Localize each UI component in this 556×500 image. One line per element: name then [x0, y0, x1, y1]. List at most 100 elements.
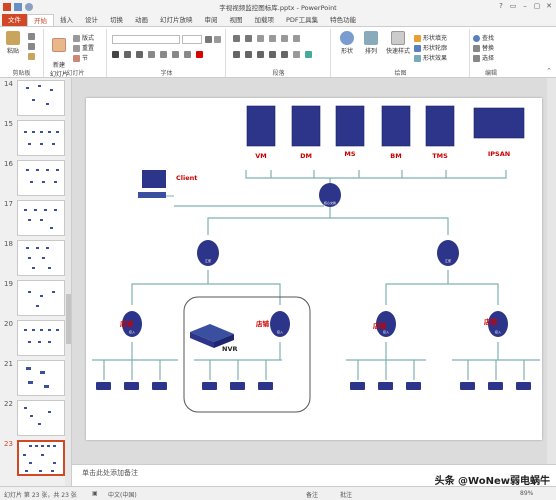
bold-icon[interactable]: [112, 51, 119, 58]
layout-button[interactable]: 版式: [73, 33, 94, 42]
align-left-icon[interactable]: [233, 51, 240, 58]
camera-icon[interactable]: [258, 382, 273, 390]
justify-icon[interactable]: [269, 51, 276, 58]
camera-icon[interactable]: [350, 382, 365, 390]
slide-thumbnail[interactable]: 20: [4, 320, 66, 358]
slide-scrollbar[interactable]: [547, 78, 556, 464]
thumbnail-scrollbar[interactable]: [65, 78, 71, 486]
slide-thumbnail[interactable]: 15: [4, 120, 66, 158]
shape-fill-button[interactable]: 形状填充: [414, 33, 447, 42]
camera-icon[interactable]: [460, 382, 475, 390]
tab-transitions[interactable]: 切换: [104, 14, 129, 26]
slide-thumbnail[interactable]: 21: [4, 360, 66, 398]
replace-button[interactable]: 替换: [473, 43, 494, 52]
server-vm-icon[interactable]: [246, 105, 276, 147]
decrease-indent-icon[interactable]: [257, 35, 264, 42]
reset-button[interactable]: 重置: [73, 43, 94, 52]
tab-design[interactable]: 设计: [79, 14, 104, 26]
camera-icon[interactable]: [96, 382, 111, 390]
bullets-icon[interactable]: [233, 35, 240, 42]
spellcheck-icon[interactable]: ▣: [92, 490, 98, 497]
aggregation-switch-right-icon[interactable]: 汇聚: [437, 240, 459, 266]
shape-effect-button[interactable]: 形状效果: [414, 53, 447, 62]
slide-thumbnail[interactable]: 17: [4, 200, 66, 238]
server-bm-icon[interactable]: [381, 105, 411, 147]
shape-outline-button[interactable]: 形状轮廓: [414, 43, 447, 52]
select-button[interactable]: 选择: [473, 53, 494, 62]
camera-icon[interactable]: [202, 382, 217, 390]
camera-icon[interactable]: [516, 382, 531, 390]
maximize-button[interactable]: ▢: [532, 1, 542, 11]
camera-icon[interactable]: [152, 382, 167, 390]
numbering-icon[interactable]: [245, 35, 252, 42]
section-button[interactable]: 节: [73, 53, 88, 62]
tab-insert[interactable]: 插入: [54, 14, 79, 26]
minimize-button[interactable]: –: [520, 1, 530, 11]
strikethrough-icon[interactable]: [160, 51, 167, 58]
scrollbar-thumb[interactable]: [66, 294, 71, 344]
slide-canvas[interactable]: VM DM MS BM TMS IPSAN Client 核心交换 汇聚 汇聚 …: [86, 98, 542, 440]
format-painter-icon[interactable]: [28, 53, 35, 60]
core-switch-icon[interactable]: 核心交换: [319, 183, 341, 207]
align-center-icon[interactable]: [245, 51, 252, 58]
zoom-level[interactable]: 89%: [520, 490, 533, 497]
access-switch-icon[interactable]: 接入: [270, 311, 290, 337]
cut-icon[interactable]: [28, 33, 35, 40]
comments-button[interactable]: 批注: [340, 490, 352, 499]
font-size-select[interactable]: [182, 35, 202, 44]
tab-addins[interactable]: 加载项: [249, 14, 281, 26]
server-dm-icon[interactable]: [291, 105, 321, 147]
slide-thumbnail[interactable]: 19: [4, 280, 66, 318]
line-spacing-icon[interactable]: [281, 35, 288, 42]
char-spacing-icon[interactable]: [172, 51, 179, 58]
slide-thumbnail-selected[interactable]: 23: [4, 440, 66, 478]
camera-icon[interactable]: [406, 382, 421, 390]
italic-icon[interactable]: [124, 51, 131, 58]
tab-pdf-tools[interactable]: PDF工具集: [280, 14, 324, 26]
columns-icon[interactable]: [281, 51, 288, 58]
tab-animations[interactable]: 动画: [129, 14, 154, 26]
copy-icon[interactable]: [28, 43, 35, 50]
increase-indent-icon[interactable]: [269, 35, 276, 42]
shapes-button[interactable]: 形状: [336, 31, 358, 55]
align-right-icon[interactable]: [257, 51, 264, 58]
notes-button[interactable]: 备注: [306, 490, 318, 499]
camera-icon[interactable]: [124, 382, 139, 390]
slide-thumbnail[interactable]: 16: [4, 160, 66, 198]
server-tms-icon[interactable]: [425, 105, 455, 147]
underline-icon[interactable]: [136, 51, 143, 58]
server-ms-icon[interactable]: [335, 105, 365, 147]
close-button[interactable]: ✕: [544, 1, 554, 11]
align-text-icon[interactable]: [293, 51, 300, 58]
tab-file[interactable]: 文件: [2, 14, 27, 26]
tab-features[interactable]: 特色功能: [324, 14, 362, 26]
collapse-ribbon-icon[interactable]: ⌃: [546, 67, 552, 75]
grow-font-icon[interactable]: [205, 36, 212, 43]
slide-thumbnail[interactable]: 18: [4, 240, 66, 278]
tab-review[interactable]: 审阅: [199, 14, 224, 26]
quick-styles-button[interactable]: 快速样式: [384, 31, 412, 55]
change-case-icon[interactable]: [184, 51, 191, 58]
ipsan-storage-icon[interactable]: [473, 107, 525, 139]
find-button[interactable]: 查找: [473, 33, 494, 42]
slide-thumbnail[interactable]: 14: [4, 80, 66, 118]
camera-icon[interactable]: [488, 382, 503, 390]
slide-thumbnail[interactable]: 22: [4, 400, 66, 438]
aggregation-switch-left-icon[interactable]: 汇聚: [197, 240, 219, 266]
paste-button[interactable]: 粘贴: [4, 31, 22, 55]
help-icon[interactable]: ?: [496, 1, 506, 11]
ribbon-display-icon[interactable]: ▭: [508, 1, 518, 11]
font-color-icon[interactable]: [196, 51, 203, 58]
smartart-icon[interactable]: [305, 51, 312, 58]
client-pc-icon[interactable]: [138, 170, 174, 198]
camera-icon[interactable]: [230, 382, 245, 390]
tab-slideshow[interactable]: 幻灯片放映: [154, 14, 199, 26]
tab-home[interactable]: 开始: [27, 14, 54, 26]
shrink-font-icon[interactable]: [214, 36, 221, 43]
camera-icon[interactable]: [378, 382, 393, 390]
arrange-button[interactable]: 排列: [360, 31, 382, 55]
text-direction-icon[interactable]: [293, 35, 300, 42]
shadow-icon[interactable]: [148, 51, 155, 58]
font-name-select[interactable]: [112, 35, 180, 44]
tab-view[interactable]: 视图: [224, 14, 249, 26]
